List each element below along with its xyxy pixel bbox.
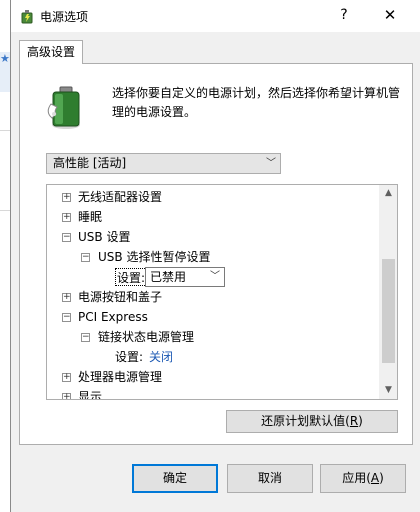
- settings-tree[interactable]: + 无线适配器设置 + 睡眠 − USB 设置 − USB 选择性暂停设置 设置…: [46, 184, 398, 400]
- tree-item-link-state-setting: 设置: 关闭: [47, 347, 377, 367]
- tree-item-wireless-adapter[interactable]: + 无线适配器设置: [47, 187, 377, 207]
- restore-defaults-label: 还原计划默认值(: [261, 414, 350, 428]
- title-bar[interactable]: 电源选项 ? ✕: [11, 0, 420, 32]
- tree-item-label: 无线适配器设置: [78, 190, 163, 204]
- expand-icon[interactable]: +: [62, 193, 71, 202]
- chevron-down-icon: ﹀: [210, 271, 220, 282]
- scroll-down-icon[interactable]: ▼: [380, 382, 397, 399]
- tree-item-label: 睡眠: [78, 210, 103, 224]
- collapse-icon[interactable]: −: [62, 233, 71, 242]
- expand-icon[interactable]: +: [62, 373, 71, 382]
- tree-item-power-buttons-lid[interactable]: + 电源按钮和盖子: [47, 287, 377, 307]
- tree-item-usb-selective-suspend[interactable]: − USB 选择性暂停设置: [47, 247, 377, 267]
- tree-item-label: PCI Express: [78, 310, 148, 324]
- power-options-app-icon: [21, 10, 33, 24]
- close-button[interactable]: ✕: [377, 4, 403, 26]
- power-plan-selected: 高性能 [活动]: [53, 156, 127, 170]
- apply-label: 应用(: [342, 471, 371, 485]
- chevron-down-icon: ﹀: [266, 158, 276, 169]
- expand-icon[interactable]: +: [62, 213, 71, 222]
- expand-icon[interactable]: +: [62, 293, 71, 302]
- tree-item-display[interactable]: + 显示: [47, 387, 377, 400]
- tree-item-label: 处理器电源管理: [78, 370, 163, 384]
- expand-icon[interactable]: +: [62, 393, 71, 399]
- tree-item-link-state-power[interactable]: − 链接状态电源管理: [47, 327, 377, 347]
- cancel-button[interactable]: 取消: [227, 464, 313, 493]
- apply-mnemonic: A: [370, 471, 380, 485]
- restore-defaults-suffix: ): [358, 414, 363, 428]
- tree-item-usb-settings[interactable]: − USB 设置: [47, 227, 377, 247]
- tree-item-processor-power[interactable]: + 处理器电源管理: [47, 367, 377, 387]
- battery-power-icon: [47, 86, 80, 129]
- plan-description: 选择你要自定义的电源计划，然后选择你希望计算机管理的电源设置。: [112, 86, 401, 119]
- link-state-setting-value[interactable]: 关闭: [149, 347, 173, 367]
- window-title: 电源选项: [40, 10, 89, 24]
- setting-label: 设置:: [115, 268, 148, 286]
- ok-button[interactable]: 确定: [132, 464, 218, 493]
- tree-item-label: 链接状态电源管理: [98, 330, 195, 344]
- tree-item-label: 电源按钮和盖子: [78, 290, 163, 304]
- tree-item-label: 显示: [78, 390, 103, 400]
- apply-suffix: ): [379, 471, 384, 485]
- tree-item-sleep[interactable]: + 睡眠: [47, 207, 377, 227]
- tree-item-label: USB 选择性暂停设置: [98, 250, 211, 264]
- tree-scrollbar[interactable]: ▲ ▼: [379, 185, 397, 399]
- usb-suspend-setting-value: 已禁用: [150, 270, 187, 284]
- collapse-icon[interactable]: −: [81, 253, 90, 262]
- restore-defaults-button[interactable]: 还原计划默认值(R): [226, 410, 398, 433]
- collapse-icon[interactable]: −: [81, 333, 90, 342]
- background-divider: [0, 130, 10, 131]
- restore-defaults-mnemonic: R: [349, 414, 359, 428]
- scroll-up-icon[interactable]: ▲: [380, 185, 397, 202]
- usb-suspend-setting-editor: 设置: 已禁用 ﹀: [115, 267, 235, 287]
- tree-item-usb-suspend-setting: 设置: 已禁用 ﹀: [47, 267, 377, 287]
- apply-button[interactable]: 应用(A): [320, 464, 406, 493]
- tab-advanced-settings[interactable]: 高级设置: [19, 40, 83, 64]
- background-divider: [0, 210, 10, 211]
- scrollbar-thumb[interactable]: [382, 259, 395, 363]
- tree-item-pci-express[interactable]: − PCI Express: [47, 307, 377, 327]
- background-app-edge: ★: [0, 0, 10, 512]
- collapse-icon[interactable]: −: [62, 313, 71, 322]
- help-button[interactable]: ?: [331, 4, 357, 26]
- power-options-dialog: 电源选项 ? ✕ 高级设置 选择你要自定义的电源计划，然后选择你希望计算机管理的…: [10, 0, 420, 512]
- advanced-settings-panel: 选择你要自定义的电源计划，然后选择你希望计算机管理的电源设置。 高性能 [活动]…: [19, 63, 413, 445]
- setting-label: 设置:: [115, 350, 144, 364]
- background-star-icon: ★: [0, 52, 10, 65]
- power-plan-dropdown[interactable]: 高性能 [活动] ﹀: [46, 153, 281, 174]
- usb-suspend-setting-dropdown[interactable]: 已禁用 ﹀: [145, 267, 225, 287]
- tree-item-label: USB 设置: [78, 230, 131, 244]
